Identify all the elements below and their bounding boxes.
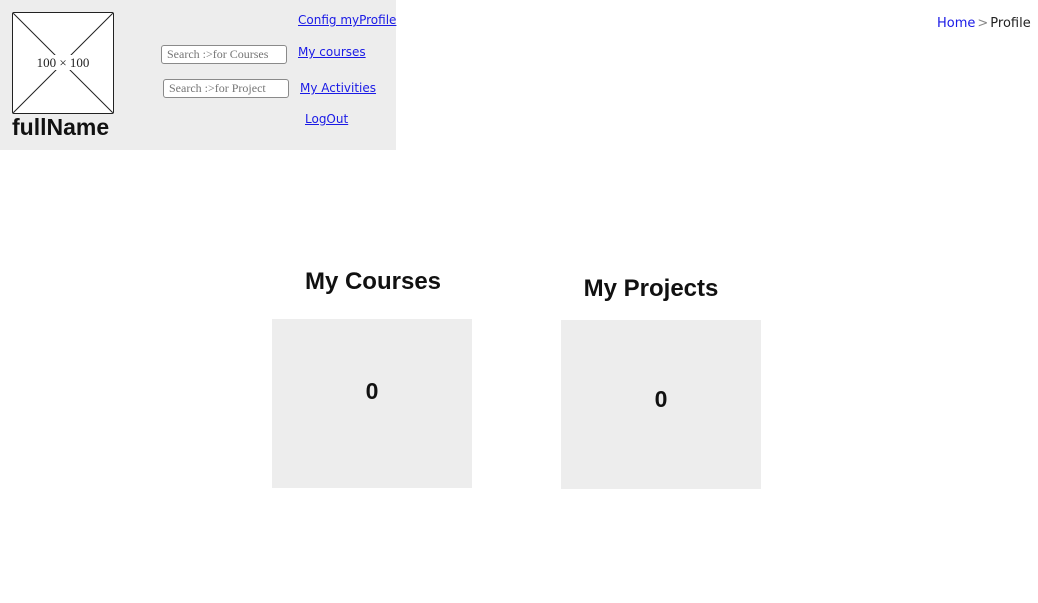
logout-link[interactable]: LogOut bbox=[305, 112, 348, 126]
config-profile-link[interactable]: Config myProfile bbox=[298, 13, 396, 27]
my-activities-link[interactable]: My Activities bbox=[300, 81, 376, 95]
breadcrumb-separator: > bbox=[977, 16, 989, 31]
full-name: fullName bbox=[12, 114, 110, 140]
my-projects-panel[interactable]: 0 bbox=[561, 320, 761, 489]
breadcrumb-home-link[interactable]: Home bbox=[937, 16, 975, 31]
my-courses-title: My Courses bbox=[304, 268, 442, 295]
breadcrumb: Home > Profile bbox=[937, 16, 1031, 31]
search-projects-input[interactable] bbox=[163, 79, 289, 98]
search-courses-input[interactable] bbox=[161, 45, 287, 64]
my-projects-count: 0 bbox=[654, 386, 668, 412]
my-courses-panel[interactable]: 0 bbox=[272, 319, 472, 488]
my-courses-link[interactable]: My courses bbox=[298, 45, 366, 59]
profile-header-panel: 100 × 100 fullName Config myProfile My c… bbox=[0, 0, 396, 150]
my-projects-title: My Projects bbox=[583, 275, 719, 302]
my-courses-count: 0 bbox=[365, 378, 379, 404]
avatar: 100 × 100 bbox=[12, 12, 114, 114]
breadcrumb-current: Profile bbox=[990, 16, 1031, 31]
avatar-placeholder-label: 100 × 100 bbox=[35, 55, 91, 70]
